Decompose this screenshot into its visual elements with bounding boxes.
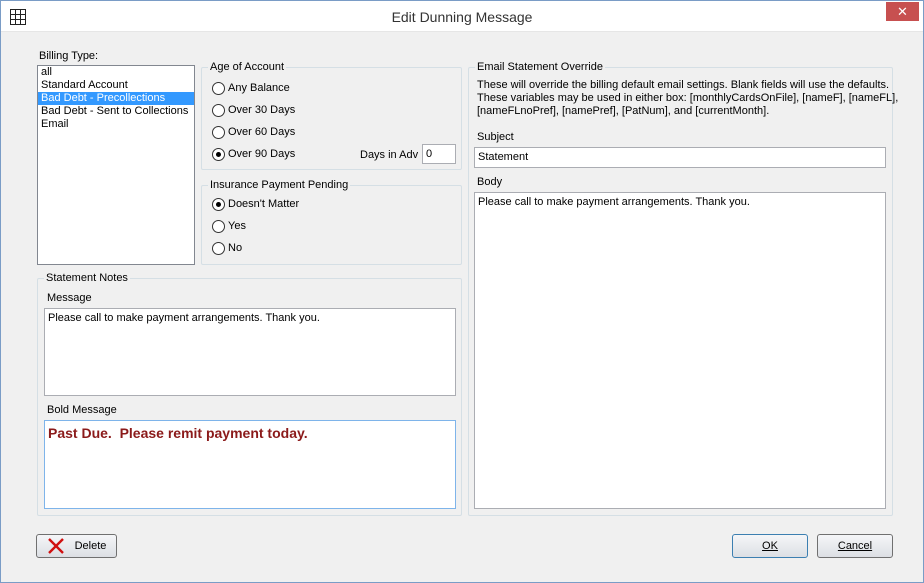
window-title: Edit Dunning Message	[391, 9, 533, 25]
age-of-account-title: Age of Account	[208, 61, 286, 73]
radio-button[interactable]	[212, 81, 225, 95]
close-icon: ✕	[897, 4, 908, 19]
age-over-60-label: Over 60 Days	[228, 126, 296, 138]
bold-message-label: Bold Message	[47, 404, 117, 416]
age-over-30-option[interactable]: Over 30 Days	[212, 102, 295, 118]
billing-type-item-precollections[interactable]: Bad Debt - Precollections	[38, 92, 194, 105]
email-override-description-1: These will override the billing default …	[477, 79, 890, 91]
age-over-90-option[interactable]: Over 90 Days	[212, 146, 295, 162]
age-any-balance-label: Any Balance	[228, 82, 290, 94]
bold-message-textarea[interactable]: Past Due. Please remit payment today.	[44, 420, 456, 509]
email-override-description-2: These variables may be used in either bo…	[477, 92, 899, 104]
billing-type-item-sent-to-collections[interactable]: Bad Debt - Sent to Collections	[38, 105, 194, 118]
body-textarea[interactable]: Please call to make payment arrangements…	[474, 192, 886, 509]
red-x-icon	[47, 538, 64, 554]
billing-type-label: Billing Type:	[39, 50, 99, 62]
insurance-yes-option[interactable]: Yes	[212, 218, 246, 234]
email-override-description-3: [nameFLnoPref], [namePref], [PatNum], an…	[477, 105, 770, 117]
insurance-yes-label: Yes	[228, 220, 246, 232]
cancel-label: Cancel	[837, 540, 873, 552]
message-textarea[interactable]: Please call to make payment arrangements…	[44, 308, 456, 396]
title-bar: Edit Dunning Message ✕	[1, 1, 923, 32]
delete-label: Delete	[74, 540, 107, 552]
billing-type-list[interactable]: all Standard Account Bad Debt - Precolle…	[37, 65, 195, 265]
days-in-adv-input[interactable]: 0	[422, 144, 456, 164]
insurance-doesnt-matter-option[interactable]: Doesn't Matter	[212, 196, 299, 212]
radio-button[interactable]	[212, 241, 225, 255]
ok-label: OK	[762, 540, 778, 552]
radio-button[interactable]	[212, 197, 225, 211]
billing-type-item-email[interactable]: Email	[38, 118, 194, 131]
delete-button[interactable]: Delete	[36, 534, 117, 558]
age-over-90-label: Over 90 Days	[228, 148, 296, 160]
subject-input[interactable]: Statement	[474, 147, 886, 168]
age-any-balance-option[interactable]: Any Balance	[212, 80, 290, 96]
radio-button[interactable]	[212, 103, 225, 117]
ok-button[interactable]: OK	[732, 534, 808, 558]
insurance-no-option[interactable]: No	[212, 240, 242, 256]
insurance-doesnt-matter-label: Doesn't Matter	[228, 198, 300, 210]
insurance-no-label: No	[228, 242, 243, 254]
radio-button[interactable]	[212, 125, 225, 139]
body-label: Body	[477, 176, 503, 188]
cancel-button[interactable]: Cancel	[817, 534, 893, 558]
statement-notes-title: Statement Notes	[44, 272, 130, 284]
age-over-60-option[interactable]: Over 60 Days	[212, 124, 295, 140]
email-override-title: Email Statement Override	[475, 61, 605, 73]
radio-button[interactable]	[212, 147, 225, 161]
insurance-payment-title: Insurance Payment Pending	[208, 179, 351, 191]
billing-type-item-standard[interactable]: Standard Account	[38, 79, 194, 92]
close-button[interactable]: ✕	[886, 2, 919, 21]
age-over-30-label: Over 30 Days	[228, 104, 296, 116]
radio-button[interactable]	[212, 219, 225, 233]
message-label: Message	[47, 292, 92, 304]
edit-dunning-message-window: Edit Dunning Message ✕ Billing Type: all…	[0, 0, 924, 583]
billing-type-item-all[interactable]: all	[38, 66, 194, 79]
subject-label: Subject	[477, 131, 514, 143]
days-in-adv-label: Days in Adv	[360, 149, 419, 161]
